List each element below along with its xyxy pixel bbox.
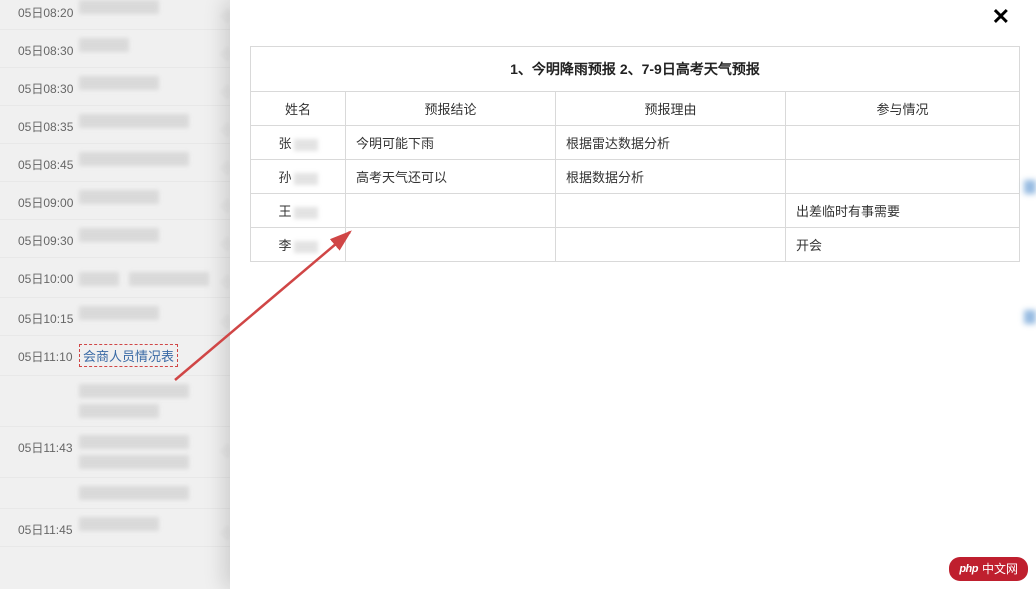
- timeline-row[interactable]: 05日08:30: [0, 68, 230, 106]
- name-prefix: 孙: [278, 170, 291, 185]
- cell-participation: [786, 160, 1020, 194]
- name-blur: [294, 207, 318, 219]
- cell-conclusion: 高考天气还可以: [346, 160, 556, 194]
- timeline-time: 05日11:45: [4, 517, 79, 538]
- cell-participation: [786, 126, 1020, 160]
- table-row: 王 出差临时有事需要: [251, 194, 1020, 228]
- timeline-time: [4, 384, 79, 388]
- timeline-row[interactable]: 05日08:20: [0, 0, 230, 30]
- timeline-row[interactable]: [0, 376, 230, 427]
- th-conclusion: 预报结论: [346, 92, 556, 126]
- table-header-row: 姓名 预报结论 预报理由 参与情况: [251, 92, 1020, 126]
- cell-reason: [556, 194, 786, 228]
- timeline-time: 05日09:00: [4, 190, 79, 211]
- edge-blur: [1024, 180, 1036, 194]
- timeline-time: 05日10:00: [4, 266, 79, 287]
- cell-reason: 根据数据分析: [556, 160, 786, 194]
- cell-conclusion: [346, 194, 556, 228]
- cell-reason: [556, 228, 786, 262]
- th-name: 姓名: [251, 92, 346, 126]
- timeline-time: 05日11:10: [4, 344, 79, 365]
- th-reason: 预报理由: [556, 92, 786, 126]
- modal-panel: ✕ 1、今明降雨预报 2、7-9日高考天气预报 姓名 预报结论 预报理由 参与情…: [230, 0, 1036, 589]
- name-prefix: 李: [278, 238, 291, 253]
- timeline-time: 05日11:43: [4, 435, 79, 456]
- table-row: 张 今明可能下雨 根据雷达数据分析: [251, 126, 1020, 160]
- php-cn-logo: php 中文网: [949, 557, 1028, 581]
- name-prefix: 张: [278, 136, 291, 151]
- timeline-pane: 05日08:20 05日08:30 05日08:30 05日08:35 05日0…: [0, 0, 230, 589]
- timeline-row[interactable]: 05日09:30: [0, 220, 230, 258]
- timeline-time: [4, 486, 79, 490]
- timeline-time: 05日08:45: [4, 152, 79, 173]
- cell-participation: 出差临时有事需要: [786, 194, 1020, 228]
- logo-cn-text: 中文网: [982, 560, 1018, 577]
- timeline-time: 05日08:30: [4, 76, 79, 97]
- cell-participation: 开会: [786, 228, 1020, 262]
- name-blur: [294, 139, 318, 151]
- timeline-time: 05日08:20: [4, 0, 79, 21]
- timeline-time: 05日10:15: [4, 306, 79, 327]
- name-blur: [294, 241, 318, 253]
- consult-person-table: 1、今明降雨预报 2、7-9日高考天气预报 姓名 预报结论 预报理由 参与情况 …: [250, 46, 1020, 262]
- timeline-row[interactable]: 05日11:10 会商人员情况表: [0, 336, 230, 376]
- timeline-row[interactable]: 05日08:35: [0, 106, 230, 144]
- timeline-row[interactable]: 05日10:15: [0, 298, 230, 336]
- timeline-row[interactable]: 05日11:43: [0, 427, 230, 478]
- name-blur: [294, 173, 318, 185]
- edge-blur: [1024, 310, 1036, 324]
- th-participation: 参与情况: [786, 92, 1020, 126]
- timeline-row[interactable]: 05日08:30: [0, 30, 230, 68]
- table-row: 孙 高考天气还可以 根据数据分析: [251, 160, 1020, 194]
- cell-conclusion: [346, 228, 556, 262]
- cell-reason: 根据雷达数据分析: [556, 126, 786, 160]
- timeline-time: 05日09:30: [4, 228, 79, 249]
- modal-title: 1、今明降雨预报 2、7-9日高考天气预报: [250, 46, 1020, 91]
- timeline-row[interactable]: 05日08:45: [0, 144, 230, 182]
- timeline-row[interactable]: 05日10:00: [0, 258, 230, 298]
- name-prefix: 王: [278, 204, 291, 219]
- timeline-time: 05日08:30: [4, 38, 79, 59]
- timeline-row[interactable]: [0, 478, 230, 509]
- timeline-row[interactable]: 05日11:45: [0, 509, 230, 547]
- consult-person-table-link[interactable]: 会商人员情况表: [79, 344, 178, 367]
- cell-conclusion: 今明可能下雨: [346, 126, 556, 160]
- logo-php-text: php: [959, 563, 978, 575]
- timeline-time: 05日08:35: [4, 114, 79, 135]
- timeline-row[interactable]: 05日09:00: [0, 182, 230, 220]
- table-row: 李 开会: [251, 228, 1020, 262]
- close-icon[interactable]: ✕: [992, 4, 1010, 30]
